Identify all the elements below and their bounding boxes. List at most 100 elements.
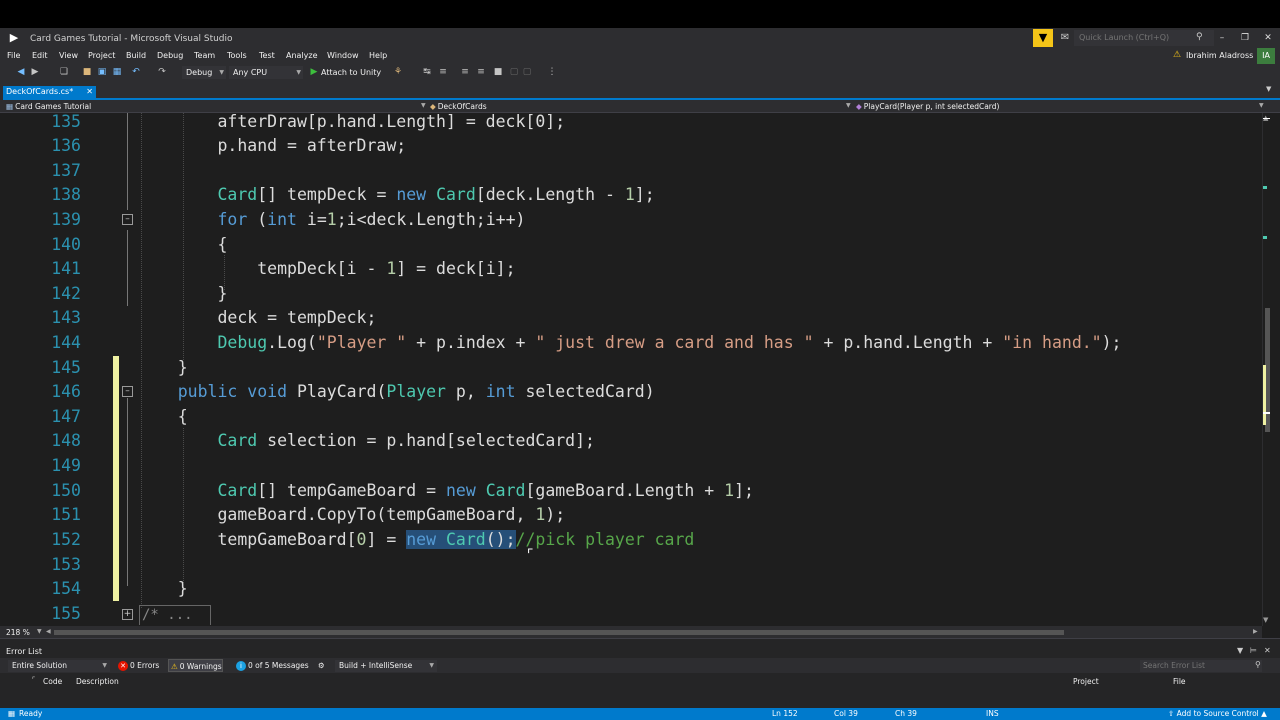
column-project[interactable]: Project	[1073, 677, 1099, 686]
configuration-select[interactable]: Debug ▼	[182, 66, 226, 79]
redo-icon[interactable]: ↷	[156, 66, 168, 78]
scroll-left-icon[interactable]: ◀	[46, 628, 51, 635]
indent-icon[interactable]: ≡	[437, 66, 449, 78]
menu-edit[interactable]: Edit	[32, 51, 48, 60]
forward-icon[interactable]: ▶	[29, 66, 41, 78]
open-file-icon[interactable]: ■	[81, 66, 93, 78]
nav-member-dropdown[interactable]: ◆ PlayCard(Player p, int selectedCard)	[856, 102, 999, 111]
outdent-icon[interactable]: ≡	[459, 66, 471, 78]
pin-icon[interactable]: ⊨	[1250, 646, 1257, 655]
split-handle-icon[interactable]	[1263, 118, 1270, 119]
back-icon[interactable]: ◀	[15, 66, 27, 78]
close-tab-icon[interactable]: ✕	[86, 86, 93, 98]
build-filter-icon[interactable]: ⚙	[316, 659, 325, 672]
bookmark-icon[interactable]: ■	[492, 66, 504, 78]
notification-flag-icon[interactable]: ▼	[1033, 29, 1053, 47]
collapse-toggle-icon[interactable]: –	[122, 386, 133, 397]
build-intellisense-select[interactable]: Build + IntelliSense ▼	[335, 660, 437, 672]
scope-select[interactable]: Entire Solution ▼	[8, 660, 110, 672]
toolbar-overflow-icon[interactable]: ⋮	[546, 66, 558, 78]
code-text[interactable]: tempDeck[i - 1] = deck[i];	[138, 257, 515, 281]
collapse-toggle-icon[interactable]: –	[122, 214, 133, 225]
menu-team[interactable]: Team	[194, 51, 215, 60]
close-button[interactable]: ✕	[1260, 31, 1276, 45]
code-text[interactable]: p.hand = afterDraw;	[138, 134, 406, 158]
minimize-button[interactable]: –	[1214, 31, 1230, 45]
horizontal-scroll-thumb[interactable]	[54, 630, 1064, 635]
status-line[interactable]: Ln 152	[772, 709, 798, 718]
code-text[interactable]: for (int i=1;i<deck.Length;i++)	[138, 208, 525, 232]
undo-icon[interactable]: ↶	[130, 66, 142, 78]
step-icon[interactable]: ↹	[421, 66, 433, 78]
errors-filter-button[interactable]: ✕ 0 Errors	[116, 659, 159, 672]
scroll-down-icon[interactable]: ▼	[1263, 616, 1268, 624]
debug-tools-icon[interactable]: ⚘	[392, 66, 404, 78]
warnings-filter-button[interactable]: ⚠ 0 Warnings	[168, 659, 223, 672]
code-text[interactable]: {	[138, 233, 227, 257]
quick-launch-input[interactable]	[1074, 30, 1214, 46]
code-text[interactable]: }	[138, 577, 188, 601]
code-editor[interactable]: 135 afterDraw[p.hand.Length] = deck[0]; …	[0, 113, 1262, 626]
save-all-icon[interactable]: ▦	[111, 66, 123, 78]
tab-list-dropdown-icon[interactable]: ▼	[1266, 85, 1271, 93]
menu-project[interactable]: Project	[88, 51, 115, 60]
status-insert-mode[interactable]: INS	[986, 709, 999, 718]
code-text[interactable]: Debug.Log("Player " + p.index + " just d…	[138, 331, 1121, 355]
menu-view[interactable]: View	[59, 51, 78, 60]
code-text[interactable]: deck = tempDeck;	[138, 306, 376, 330]
code-text[interactable]: {	[138, 405, 188, 429]
play-icon[interactable]: ▶	[308, 66, 320, 78]
menu-window[interactable]: Window	[327, 51, 359, 60]
menu-build[interactable]: Build	[126, 51, 146, 60]
next-bookmark-icon[interactable]: ▢	[521, 66, 533, 78]
tab-deckofcards[interactable]: DeckOfCards.cs* ✕	[3, 86, 96, 98]
column-code[interactable]: Code	[43, 677, 62, 686]
messages-filter-button[interactable]: i0 of 5 Messages	[234, 659, 309, 672]
nav-project-dropdown[interactable]: ▦ Card Games Tutorial	[6, 102, 91, 111]
code-text[interactable]: public void PlayCard(Player p, int selec…	[138, 380, 655, 404]
menu-tools[interactable]: Tools	[227, 51, 247, 60]
menu-test[interactable]: Test	[259, 51, 275, 60]
restore-button[interactable]: ❐	[1237, 31, 1253, 45]
chevron-down-icon[interactable]: ▼	[1259, 102, 1264, 109]
code-text[interactable]: }	[138, 356, 188, 380]
column-sort-icon[interactable]: ⌜	[32, 676, 35, 684]
selected-text[interactable]: new Card();	[406, 530, 516, 549]
code-text[interactable]: gameBoard.CopyTo(tempGameBoard, 1);	[138, 503, 565, 527]
expand-toggle-icon[interactable]: +	[122, 609, 133, 620]
code-text[interactable]: Card[] tempDeck = new Card[deck.Length -…	[138, 183, 654, 207]
window-menu-icon[interactable]: ▼	[1237, 646, 1243, 655]
column-description[interactable]: Description	[76, 677, 119, 686]
new-project-icon[interactable]: ❏	[58, 66, 70, 78]
close-panel-icon[interactable]: ✕	[1264, 646, 1271, 655]
user-avatar[interactable]: IA	[1257, 48, 1275, 64]
code-text[interactable]: Card selection = p.hand[selectedCard];	[138, 429, 595, 453]
platform-select[interactable]: Any CPU ▼	[229, 66, 303, 79]
save-icon[interactable]: ▣	[96, 66, 108, 78]
code-text[interactable]: afterDraw[p.hand.Length] = deck[0];	[138, 113, 565, 134]
scroll-right-icon[interactable]: ▶	[1253, 628, 1258, 635]
user-name[interactable]: Ibrahim Aladross	[1186, 51, 1253, 60]
warning-icon[interactable]: ⚠	[1173, 50, 1181, 60]
status-column[interactable]: Col 39	[834, 709, 858, 718]
code-text[interactable]: Card[] tempGameBoard = new Card[gameBoar…	[138, 479, 754, 503]
chevron-down-icon[interactable]: ▼	[846, 102, 851, 109]
column-file[interactable]: File	[1173, 677, 1186, 686]
status-char[interactable]: Ch 39	[895, 709, 917, 718]
source-control-button[interactable]: ⇧ Add to Source Control ▲	[1168, 709, 1267, 718]
prev-bookmark-icon[interactable]: ▢	[508, 66, 520, 78]
search-icon[interactable]: ⚲	[1255, 660, 1261, 669]
comment-icon[interactable]: ≡	[475, 66, 487, 78]
zoom-level[interactable]: 218 %	[6, 628, 30, 637]
code-text[interactable]: }	[138, 282, 227, 306]
chevron-down-icon[interactable]: ▼	[421, 102, 426, 109]
zoom-dropdown-icon[interactable]: ▼	[37, 628, 42, 635]
menu-analyze[interactable]: Analyze	[286, 51, 318, 60]
menu-debug[interactable]: Debug	[157, 51, 183, 60]
error-list-search-input[interactable]	[1140, 660, 1262, 672]
nav-class-dropdown[interactable]: ◆ DeckOfCards	[430, 102, 487, 111]
collapsed-comment-block[interactable]: /* ...	[139, 605, 211, 625]
menu-file[interactable]: File	[7, 51, 20, 60]
code-text[interactable]: tempGameBoard[0] = new Card();//pick pla…	[138, 528, 694, 552]
feedback-icon[interactable]: ✉	[1058, 31, 1072, 45]
